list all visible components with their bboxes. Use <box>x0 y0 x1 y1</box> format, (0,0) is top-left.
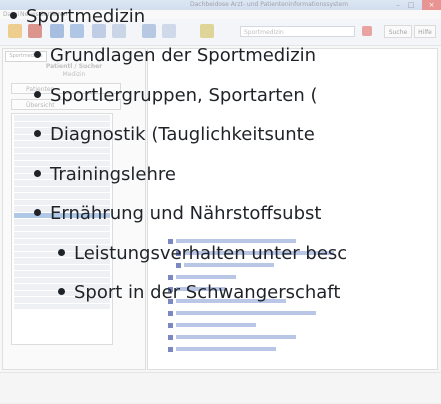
bullet-icon <box>34 169 41 177</box>
outline-item-ernaehrung[interactable]: Ernährung und Nährstoffsubst <box>34 203 321 224</box>
outline-item-label: Ernährung und Nährstoffsubst <box>50 203 322 224</box>
outline-item-label: Sportlergruppen, Sportarten ( <box>50 85 318 106</box>
outline-item-grundlagen[interactable]: Grundlagen der Sportmedizin <box>34 45 316 66</box>
outline-item-sportlergruppen[interactable]: Sportlergruppen, Sportarten ( <box>34 85 318 106</box>
outline-item-label: Sportmedizin <box>26 6 146 27</box>
bullet-icon <box>58 287 65 295</box>
outline-item-label: Sport in der Schwangerschaft <box>74 282 341 303</box>
outline-item-schwangerschaft[interactable]: Sport in der Schwangerschaft <box>58 282 340 303</box>
bullet-icon <box>34 208 41 216</box>
bullet-icon <box>10 11 17 19</box>
outline-item-trainingslehre[interactable]: Trainingslehre <box>34 164 176 185</box>
bullet-icon <box>58 248 65 256</box>
outline-item-label: Grundlagen der Sportmedizin <box>50 45 317 66</box>
outline-item-label: Trainingslehre <box>50 164 176 185</box>
outline-item-sportmedizin[interactable]: Sportmedizin <box>10 6 145 27</box>
bullet-icon <box>34 50 41 58</box>
outline-item-diagnostik[interactable]: Diagnostik (Tauglichkeitsunte <box>34 124 315 145</box>
bullet-icon <box>34 129 41 137</box>
outline-item-label: Leistungsverhalten unter besc <box>74 243 348 264</box>
outline-item-leistungsverhalten[interactable]: Leistungsverhalten unter besc <box>58 243 347 264</box>
bullet-icon <box>34 90 41 98</box>
outline-item-label: Diagnostik (Tauglichkeitsunte <box>50 124 315 145</box>
